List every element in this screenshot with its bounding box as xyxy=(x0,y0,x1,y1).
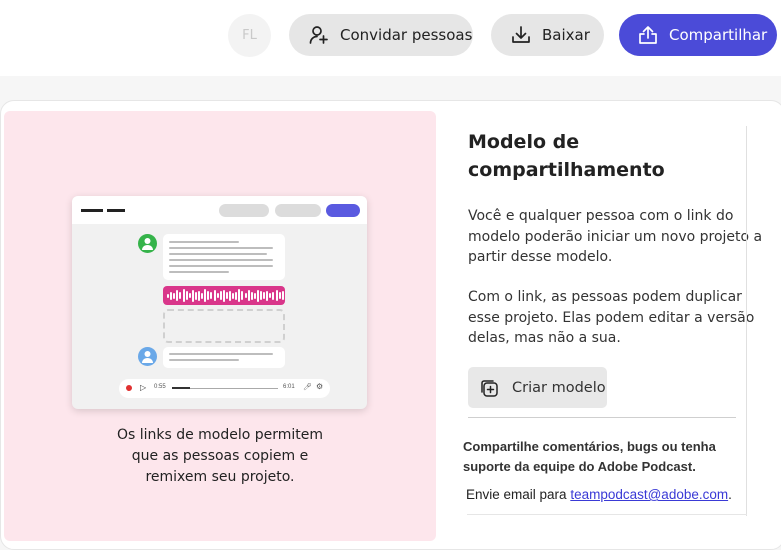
mock-app-illustration: ▷ 0:55 6:01 🎤︎ ⚙ xyxy=(72,196,367,409)
waveform-bar xyxy=(281,291,284,300)
waveform-bar xyxy=(179,292,182,299)
mock-message-bubble xyxy=(163,234,285,280)
mock-dropzone xyxy=(163,309,285,343)
waveform-bar xyxy=(241,291,244,300)
support-line: Compartilhe comentários, bugs ou tenha xyxy=(463,439,716,454)
create-template-button[interactable]: Criar modelo xyxy=(468,367,607,408)
waveform-bar xyxy=(219,291,222,300)
record-icon xyxy=(126,385,132,391)
play-icon: ▷ xyxy=(140,383,147,392)
title-line: Modelo de xyxy=(468,131,580,153)
waveform-bar xyxy=(229,290,231,301)
duplicate-add-icon xyxy=(479,378,499,398)
mock-time-start: 0:55 xyxy=(154,384,166,390)
user-avatar-icon xyxy=(138,234,157,253)
waveform-bar xyxy=(275,290,278,301)
waveform-bar xyxy=(194,291,197,300)
waveform-bar xyxy=(207,291,210,300)
waveform-bar xyxy=(247,290,250,301)
waveform-bar xyxy=(256,289,259,302)
avatar[interactable]: FL xyxy=(228,14,271,57)
email-line: Envie email para teampodcast@adobe.com. xyxy=(466,487,732,502)
invite-people-label: Convidar pessoas xyxy=(340,26,473,44)
description-paragraph: Com o link, as pessoas podem duplicar es… xyxy=(468,287,758,349)
panel-title: Modelo de compartilhamento xyxy=(468,128,758,184)
download-button[interactable]: Baixar xyxy=(491,14,604,56)
invite-people-button[interactable]: Convidar pessoas xyxy=(289,14,473,56)
preview-caption: Os links de modelo permitem que as pesso… xyxy=(40,425,400,488)
waveform-bar xyxy=(198,290,200,301)
share-label: Compartilhar xyxy=(669,26,768,44)
mock-logo-icon xyxy=(81,209,125,212)
text-line: modelo poderão iniciar um novo projeto a xyxy=(468,228,763,245)
mock-audio-waveform xyxy=(163,286,285,305)
waveform-bar xyxy=(263,292,266,299)
caption-line: Os links de modelo permitem xyxy=(116,427,324,443)
create-template-label: Criar modelo xyxy=(512,379,606,396)
settings-icon: ⚙ xyxy=(316,382,324,391)
download-icon xyxy=(510,24,532,46)
divider xyxy=(468,417,736,418)
waveform-bar xyxy=(170,291,173,300)
download-label: Baixar xyxy=(542,26,590,44)
share-upload-icon xyxy=(637,24,659,46)
waveform-bar xyxy=(185,291,188,300)
text-line: Com o link, as pessoas podem duplicar xyxy=(468,289,742,305)
mock-pill-primary xyxy=(326,204,360,217)
waveform-bar xyxy=(222,289,225,302)
mock-player-bar: ▷ 0:55 6:01 🎤︎ ⚙ xyxy=(119,379,330,398)
mock-time-end: 6:01 xyxy=(283,384,295,390)
waveform-bar xyxy=(176,290,179,301)
waveform-bar xyxy=(182,289,185,302)
top-bar: FL Convidar pessoas Baixar Compartilhar xyxy=(0,0,781,76)
waveform-bar xyxy=(173,292,176,299)
share-button[interactable]: Compartilhar xyxy=(619,14,777,56)
waveform-bar xyxy=(188,293,191,298)
waveform-bar xyxy=(201,292,204,299)
waveform-bar xyxy=(244,293,247,298)
support-text: Compartilhe comentários, bugs ou tenha s… xyxy=(463,437,753,477)
waveform-bar xyxy=(210,292,213,299)
waveform-bar xyxy=(225,292,228,299)
mock-message-bubble xyxy=(163,347,285,368)
waveform-bar xyxy=(235,291,238,300)
mock-header xyxy=(72,196,367,224)
waveform-bar xyxy=(272,291,275,300)
title-line: compartilhamento xyxy=(468,159,665,181)
waveform-bar xyxy=(167,293,169,298)
email-prefix: Envie email para xyxy=(466,487,571,502)
waveform-bar xyxy=(191,289,194,302)
waveform-bar xyxy=(278,292,281,299)
waveform-bar xyxy=(269,293,272,298)
mock-pill xyxy=(219,204,269,217)
mock-progress-fill xyxy=(172,387,190,389)
waveform-bar xyxy=(253,292,256,299)
text-line: Você e qualquer pessoa com o link do xyxy=(468,208,734,224)
text-line: delas, mas não a sua. xyxy=(468,330,621,347)
user-avatar-icon xyxy=(138,347,157,366)
panel-edge xyxy=(467,514,747,515)
add-person-icon xyxy=(308,24,330,46)
mock-pill xyxy=(275,204,321,217)
email-suffix: . xyxy=(728,487,732,502)
caption-line: que as pessoas copiem e xyxy=(131,448,309,464)
waveform-bar xyxy=(213,290,216,301)
description-paragraph: Você e qualquer pessoa com o link do mod… xyxy=(468,206,763,268)
waveform-bar xyxy=(250,291,253,300)
waveform-bar xyxy=(232,292,235,299)
caption-line: remixem seu projeto. xyxy=(145,469,295,485)
text-line: esse projeto. Elas podem editar a versão xyxy=(468,309,755,326)
waveform-bar xyxy=(238,289,241,302)
support-line: suporte da equipe do Adobe Podcast. xyxy=(463,459,696,474)
waveform-bar xyxy=(266,290,269,301)
mic-icon: 🎤︎ xyxy=(303,384,312,391)
text-line: partir desse modelo. xyxy=(468,249,613,266)
waveform-bar xyxy=(216,293,219,298)
email-link[interactable]: teampodcast@adobe.com xyxy=(570,487,728,502)
waveform-bar xyxy=(260,291,262,300)
panel-edge xyxy=(746,126,747,516)
waveform-bar xyxy=(204,289,207,302)
